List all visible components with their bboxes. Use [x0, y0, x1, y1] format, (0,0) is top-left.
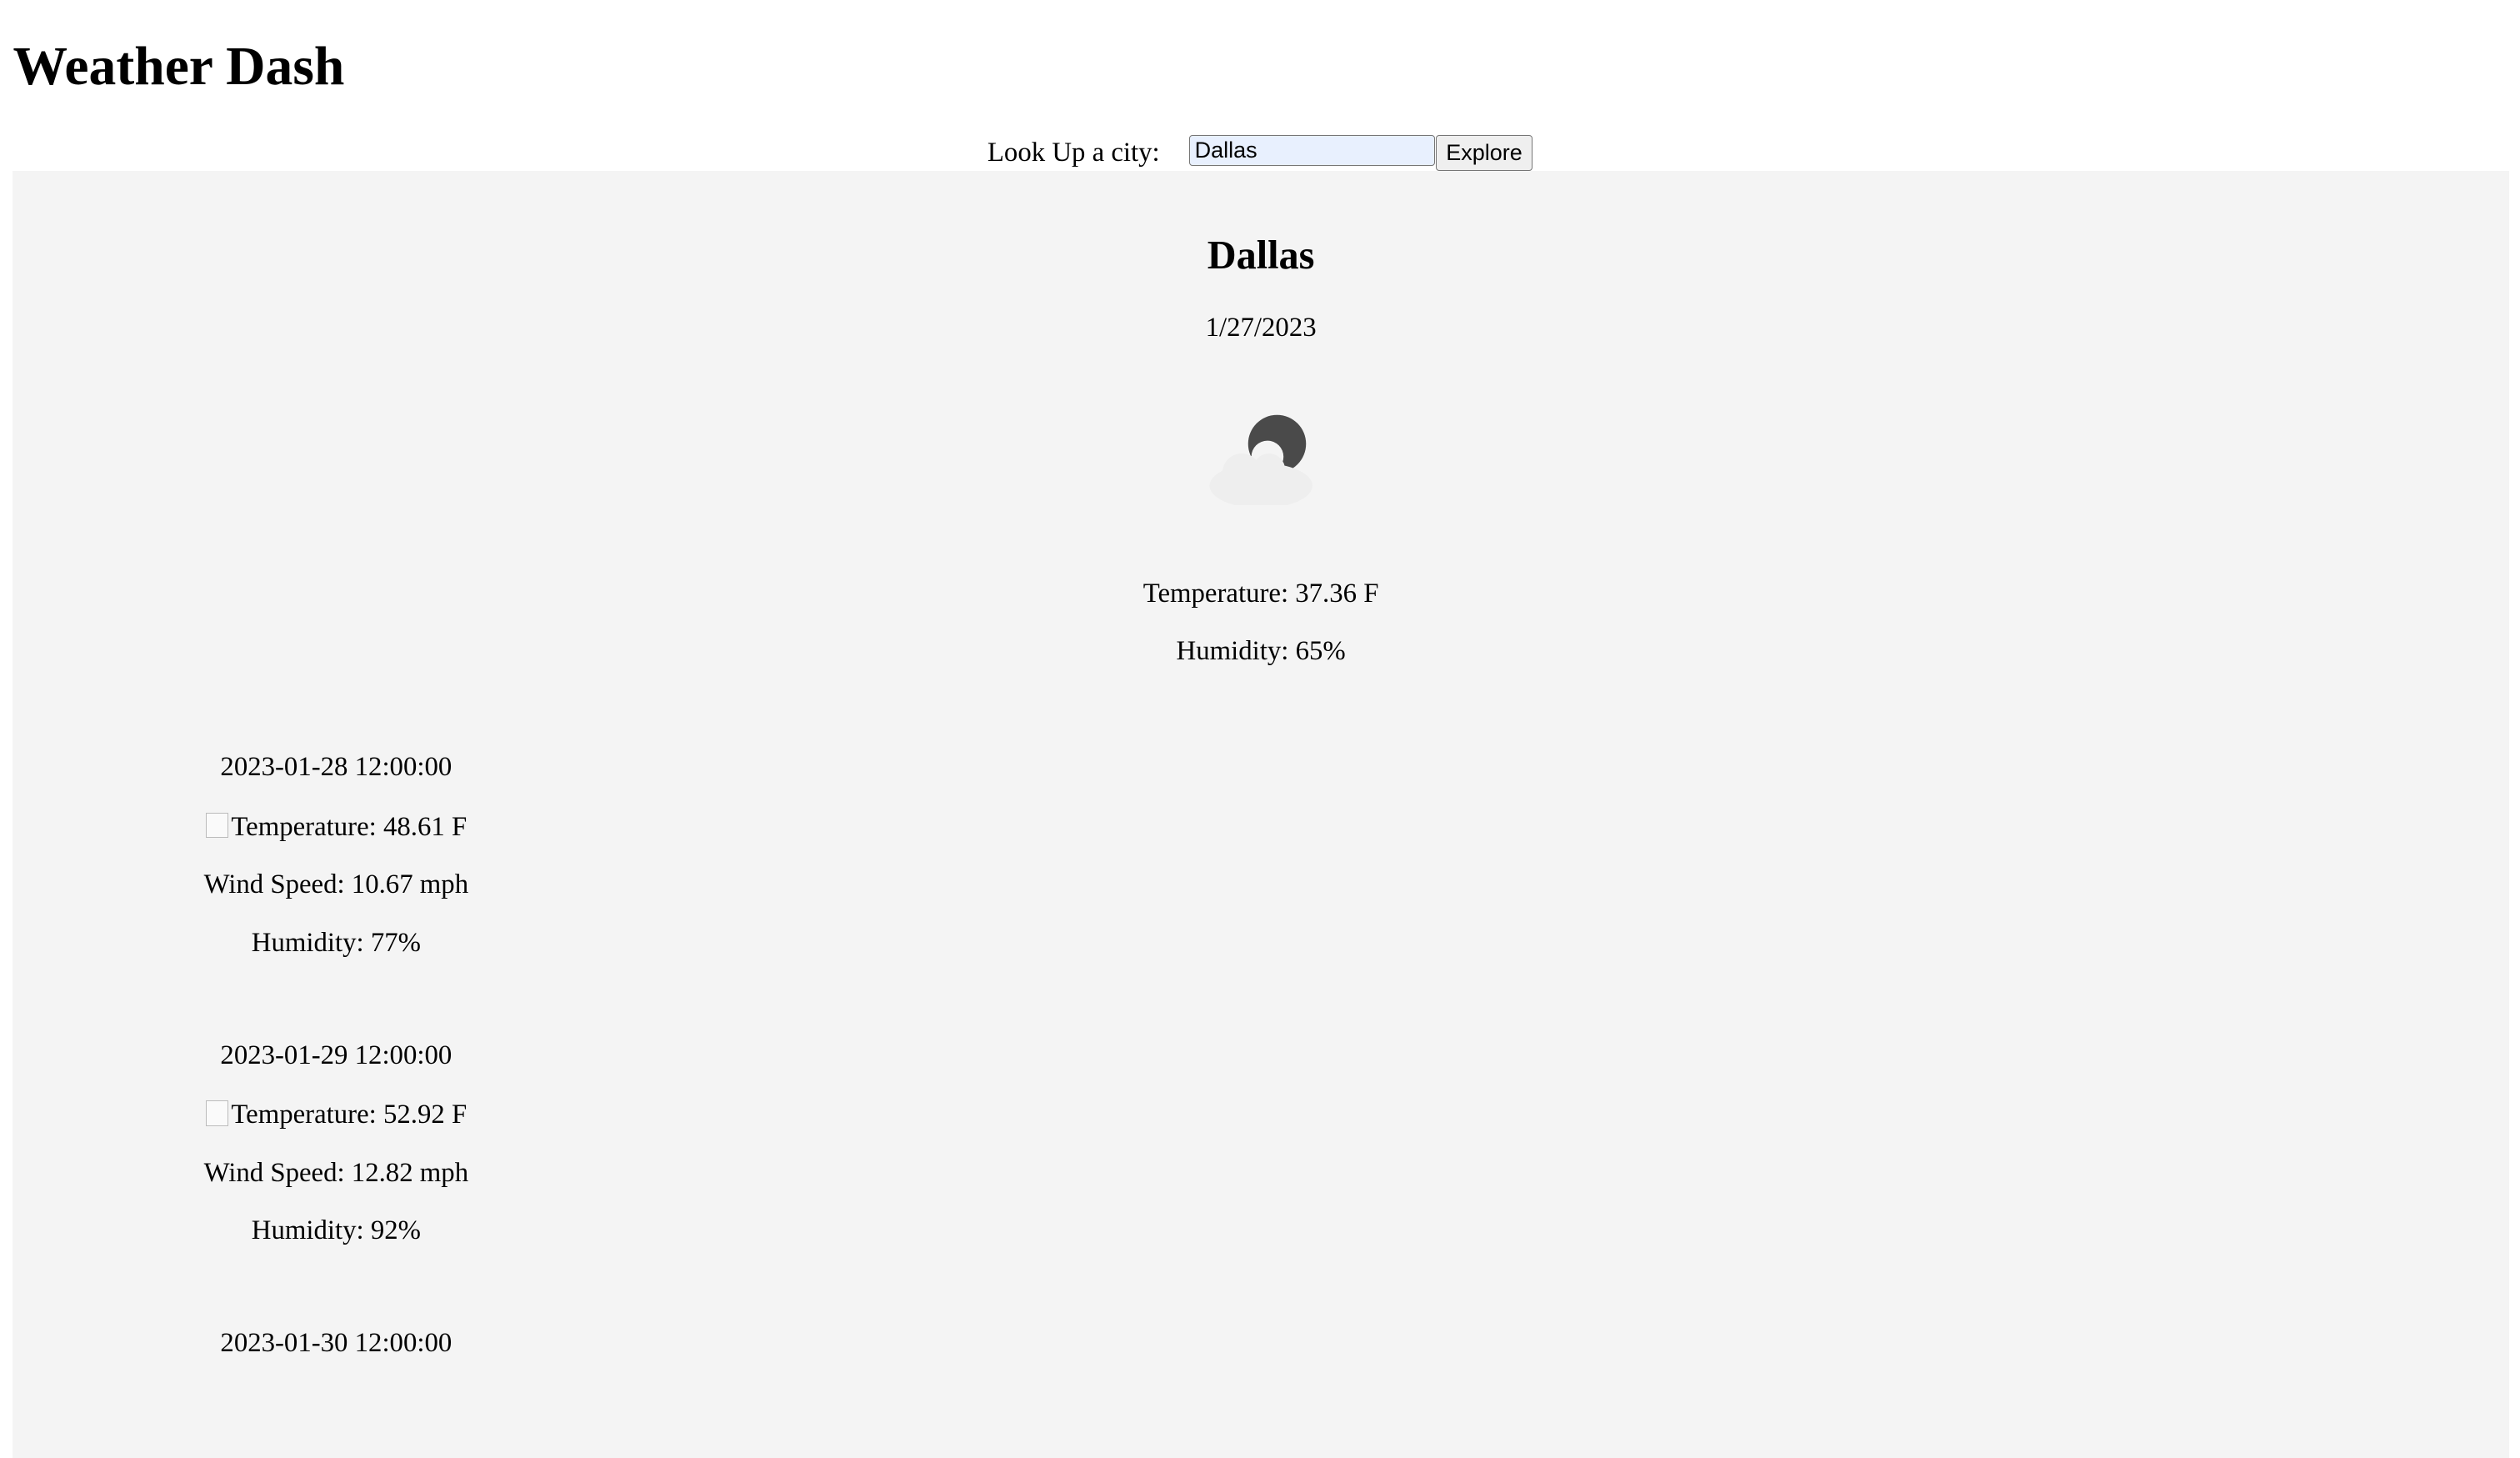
app-title: Weather Dash [12, 37, 345, 98]
forecast-humidity: Humidity: 92% [251, 1215, 421, 1245]
forecast-temperature: Temperature: 52.92 F [79, 1099, 594, 1131]
weather-icon-container [12, 408, 2508, 505]
explore-button[interactable]: Explore [1435, 135, 1533, 171]
partly-cloudy-night-icon [1209, 414, 1312, 505]
forecast-wind-speed: Wind Speed: 12.82 mph [203, 1157, 469, 1188]
forecast-date: 2023-01-29 12:00:00 [220, 1040, 452, 1070]
search-label: Look Up a city: [987, 138, 1160, 168]
broken-image-icon [205, 1100, 228, 1126]
current-weather: Dallas 1/27/2023 Temperature: 37.36 F Hu… [12, 171, 2508, 668]
broken-image-icon [205, 812, 228, 839]
forecast-wind-speed: Wind Speed: 10.67 mph [203, 869, 469, 900]
weather-panel: Dallas 1/27/2023 Temperature: 37.36 F Hu… [12, 170, 2509, 1458]
page: Weather Dash Look Up a city: Explore Dal… [0, 0, 2520, 1458]
forecast-date: 2023-01-30 12:00:00 [220, 1328, 452, 1359]
forecast-day: 2023-01-30 12:00:00 [79, 1327, 594, 1360]
forecast-date: 2023-01-28 12:00:00 [220, 752, 452, 783]
city-search-form: Look Up a city: Explore [0, 135, 2520, 171]
city-name: Dallas [1207, 233, 1315, 278]
current-temperature: Temperature: 37.36 F [1142, 578, 1379, 609]
current-humidity: Humidity: 65% [1176, 636, 1346, 667]
forecast-list: 2023-01-28 12:00:00 Temperature: 48.61 F… [12, 751, 2508, 1359]
forecast-day: 2023-01-29 12:00:00 Temperature: 52.92 F… [79, 1040, 594, 1247]
forecast-temperature-text: Temperature: 52.92 F [231, 1100, 468, 1130]
forecast-day: 2023-01-28 12:00:00 Temperature: 48.61 F… [79, 751, 594, 959]
forecast-temperature-text: Temperature: 48.61 F [231, 811, 468, 842]
city-search-input[interactable] [1188, 135, 1436, 166]
forecast-temperature: Temperature: 48.61 F [79, 811, 594, 844]
forecast-humidity: Humidity: 77% [251, 927, 421, 958]
current-date: 1/27/2023 [1205, 313, 1317, 343]
